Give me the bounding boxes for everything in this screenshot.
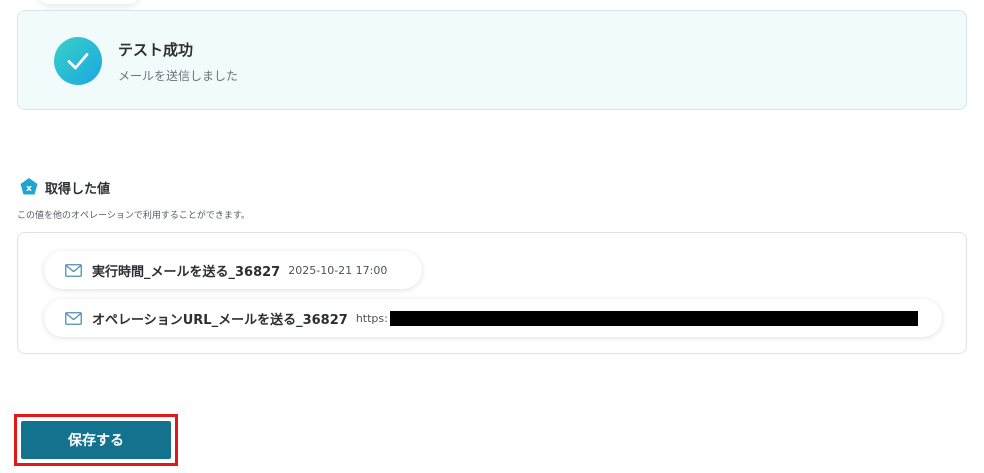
variable-icon: x — [20, 178, 38, 195]
svg-text:x: x — [26, 184, 32, 194]
value-chip-execution-time[interactable]: 実行時間_メールを送る_36827 2025-10-21 17:00 — [44, 251, 422, 289]
value-chip-label: オペレーションURL_メールを送る_36827 — [92, 312, 348, 328]
success-subtitle: メールを送信しました — [118, 69, 239, 83]
retrieved-values-title: 取得した値 — [45, 181, 111, 197]
mail-icon — [65, 263, 82, 277]
value-chip-value: https: — [355, 311, 388, 325]
top-partial-element — [40, 0, 138, 4]
retrieved-values-header: x 取得した値 — [19, 177, 110, 197]
check-circle-icon — [54, 37, 102, 85]
save-button-highlight: 保存する — [14, 414, 178, 466]
value-chip-value: 2025-10-21 17:00 — [288, 263, 388, 277]
test-success-card: テスト成功 メールを送信しました — [17, 10, 967, 110]
mail-icon — [65, 311, 82, 325]
success-title: テスト成功 — [118, 41, 194, 59]
redacted-block — [389, 310, 918, 326]
value-chip-operation-url[interactable]: オペレーションURL_メールを送る_36827 https: — [44, 299, 942, 337]
save-button[interactable]: 保存する — [21, 421, 171, 459]
value-chip-label: 実行時間_メールを送る_36827 — [92, 264, 281, 280]
retrieved-values-description: この値を他のオペレーションで利用することができます。 — [17, 211, 250, 221]
retrieved-values-list: 実行時間_メールを送る_36827 2025-10-21 17:00 オペレーシ… — [17, 232, 967, 354]
